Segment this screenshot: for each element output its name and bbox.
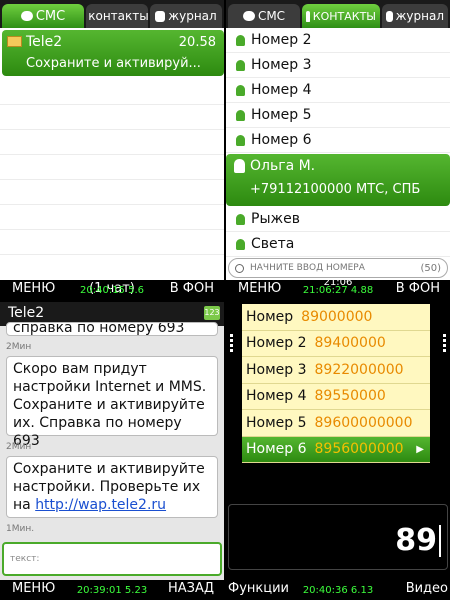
background-softkey[interactable]: В ФОН bbox=[396, 281, 440, 296]
person-icon bbox=[236, 34, 245, 46]
tab-contacts[interactable]: КОНТАКТЫ bbox=[302, 4, 380, 28]
chat-screen: Tele2 123 справка по номеру 693 2Мин Ско… bbox=[0, 302, 224, 600]
tab-journal[interactable]: журнал bbox=[382, 4, 448, 28]
tab-journal[interactable]: журнал bbox=[150, 4, 222, 28]
time-overlay: 20:40:15 5.6 bbox=[80, 285, 144, 296]
message-input-placeholder: текст: bbox=[10, 554, 40, 564]
contact-item[interactable]: Номер 6 bbox=[226, 128, 450, 153]
signal-icon bbox=[230, 334, 233, 354]
suggestion-item-selected[interactable]: Номер 6 8956000000 ▶ bbox=[242, 436, 430, 463]
message-bubble-cut: справка по номеру 693 bbox=[6, 322, 218, 336]
menu-softkey[interactable]: МЕНЮ bbox=[12, 281, 55, 296]
person-icon bbox=[306, 10, 310, 22]
suggestion-item[interactable]: Номер 5 89600000000 bbox=[242, 410, 430, 437]
text-caret bbox=[439, 525, 441, 557]
arrow-right-icon: ▶ bbox=[416, 443, 424, 455]
contact-item[interactable]: Номер 4 bbox=[226, 78, 450, 103]
softkey-bar: МЕНЮ (1 чат) 20:40:15 5.6 В ФОН bbox=[0, 280, 224, 300]
time-overlay: 20:40:36 6.13 bbox=[302, 585, 374, 596]
softkey-bar: Функции 20:40:36 6.13 Видео bbox=[226, 580, 450, 600]
suggestion-item[interactable]: Номер 3 8922000000 bbox=[242, 357, 430, 384]
message-time: 1Мин. bbox=[6, 524, 35, 534]
search-input[interactable] bbox=[250, 263, 370, 273]
contact-item[interactable]: Номер 2 bbox=[226, 28, 450, 53]
person-icon bbox=[236, 238, 245, 250]
menu-softkey[interactable]: МЕНЮ bbox=[238, 281, 281, 296]
suggestion-item[interactable]: Номер 4 89550000 bbox=[242, 384, 430, 410]
contact-list: Номер 2 Номер 3 Номер 4 Номер 5 Номер 6 … bbox=[226, 28, 450, 257]
typed-number: 89 bbox=[395, 523, 437, 558]
person-icon bbox=[236, 134, 245, 146]
person-icon bbox=[236, 84, 245, 96]
contact-name: Ольга М. bbox=[250, 158, 316, 174]
contact-item[interactable]: Света bbox=[226, 232, 450, 257]
person-icon bbox=[236, 59, 245, 71]
person-icon bbox=[234, 159, 245, 173]
background-softkey[interactable]: В ФОН bbox=[170, 281, 214, 296]
time-overlay: 21:06:27 4.88 bbox=[302, 285, 374, 296]
time-overlay: 20:39:01 5.23 bbox=[76, 585, 148, 596]
message-input[interactable]: текст: bbox=[2, 542, 222, 576]
contact-search[interactable]: (50) bbox=[228, 258, 448, 278]
contact-item[interactable]: Номер 3 bbox=[226, 53, 450, 78]
contact-item[interactable]: Рыжев bbox=[226, 207, 450, 232]
input-mode-badge: 123 bbox=[204, 306, 220, 320]
wap-link[interactable]: http://wap.tele2.ru bbox=[35, 497, 166, 513]
dialer-screen: Номер 89000000 Номер 2 89400000 Номер 3 892… bbox=[226, 302, 450, 600]
conversation-item[interactable]: Tele2 20.58 Сохраните и активируй... bbox=[2, 30, 224, 76]
message-bubble[interactable]: Сохраните и активируйте настройки. Прове… bbox=[6, 456, 218, 518]
functions-softkey[interactable]: Функции bbox=[228, 581, 289, 596]
contact-phone: +79112100000 МТС, СПБ bbox=[250, 182, 421, 197]
person-icon bbox=[236, 213, 245, 225]
tab-sms[interactable]: СМС bbox=[228, 4, 300, 28]
conversation-preview: Сохраните и активируй... bbox=[26, 56, 201, 71]
message-time: 2Мин bbox=[6, 342, 32, 352]
softkey-bar: МЕНЮ 21:06 21:06:27 4.88 В ФОН bbox=[226, 277, 450, 300]
contact-item-selected[interactable]: Ольга М. +79112100000 МТС, СПБ bbox=[226, 154, 450, 206]
tab-bar: СМС КОНТАКТЫ журнал bbox=[226, 0, 450, 28]
conversation-sender: Tele2 bbox=[26, 34, 63, 50]
chat-bubble-icon bbox=[242, 11, 255, 21]
video-softkey[interactable]: Видео bbox=[406, 581, 448, 596]
search-icon bbox=[235, 263, 244, 273]
person-icon bbox=[236, 109, 245, 121]
contacts-screen: СМС КОНТАКТЫ журнал Номер 2 Номер 3 Номе… bbox=[226, 0, 450, 300]
battery-icon bbox=[443, 334, 446, 354]
empty-list-area bbox=[0, 80, 224, 255]
tab-sms[interactable]: СМС bbox=[2, 4, 84, 28]
chat-bubble-icon bbox=[20, 11, 33, 21]
number-suggestions: Номер 89000000 Номер 2 89400000 Номер 3 892… bbox=[242, 304, 430, 463]
conversation-time: 20.58 bbox=[178, 35, 216, 50]
back-softkey[interactable]: НАЗАД bbox=[168, 581, 214, 596]
message-time: 2Мин bbox=[6, 442, 32, 452]
dial-input[interactable]: 89 bbox=[228, 504, 448, 570]
contact-item[interactable]: Номер 5 bbox=[226, 103, 450, 128]
chat-title: Tele2 bbox=[8, 305, 45, 321]
tab-contacts[interactable]: контакты bbox=[86, 4, 149, 28]
contact-count: (50) bbox=[420, 262, 441, 274]
suggestion-item[interactable]: Номер 2 89400000 bbox=[242, 331, 430, 357]
sms-inbox-screen: СМС контакты журнал Tele2 20.58 Сохранит… bbox=[0, 0, 224, 300]
phone-icon bbox=[155, 10, 166, 22]
tab-bar: СМС контакты журнал bbox=[0, 0, 224, 28]
softkey-bar: МЕНЮ 20:39:01 5.23 НАЗАД bbox=[0, 580, 224, 600]
menu-softkey[interactable]: МЕНЮ bbox=[12, 581, 55, 596]
message-bubble[interactable]: Скоро вам придут настройки Internet и MM… bbox=[6, 356, 218, 449]
phone-icon bbox=[386, 10, 393, 22]
envelope-icon bbox=[7, 36, 22, 47]
suggestion-item[interactable]: Номер 89000000 bbox=[242, 304, 430, 331]
